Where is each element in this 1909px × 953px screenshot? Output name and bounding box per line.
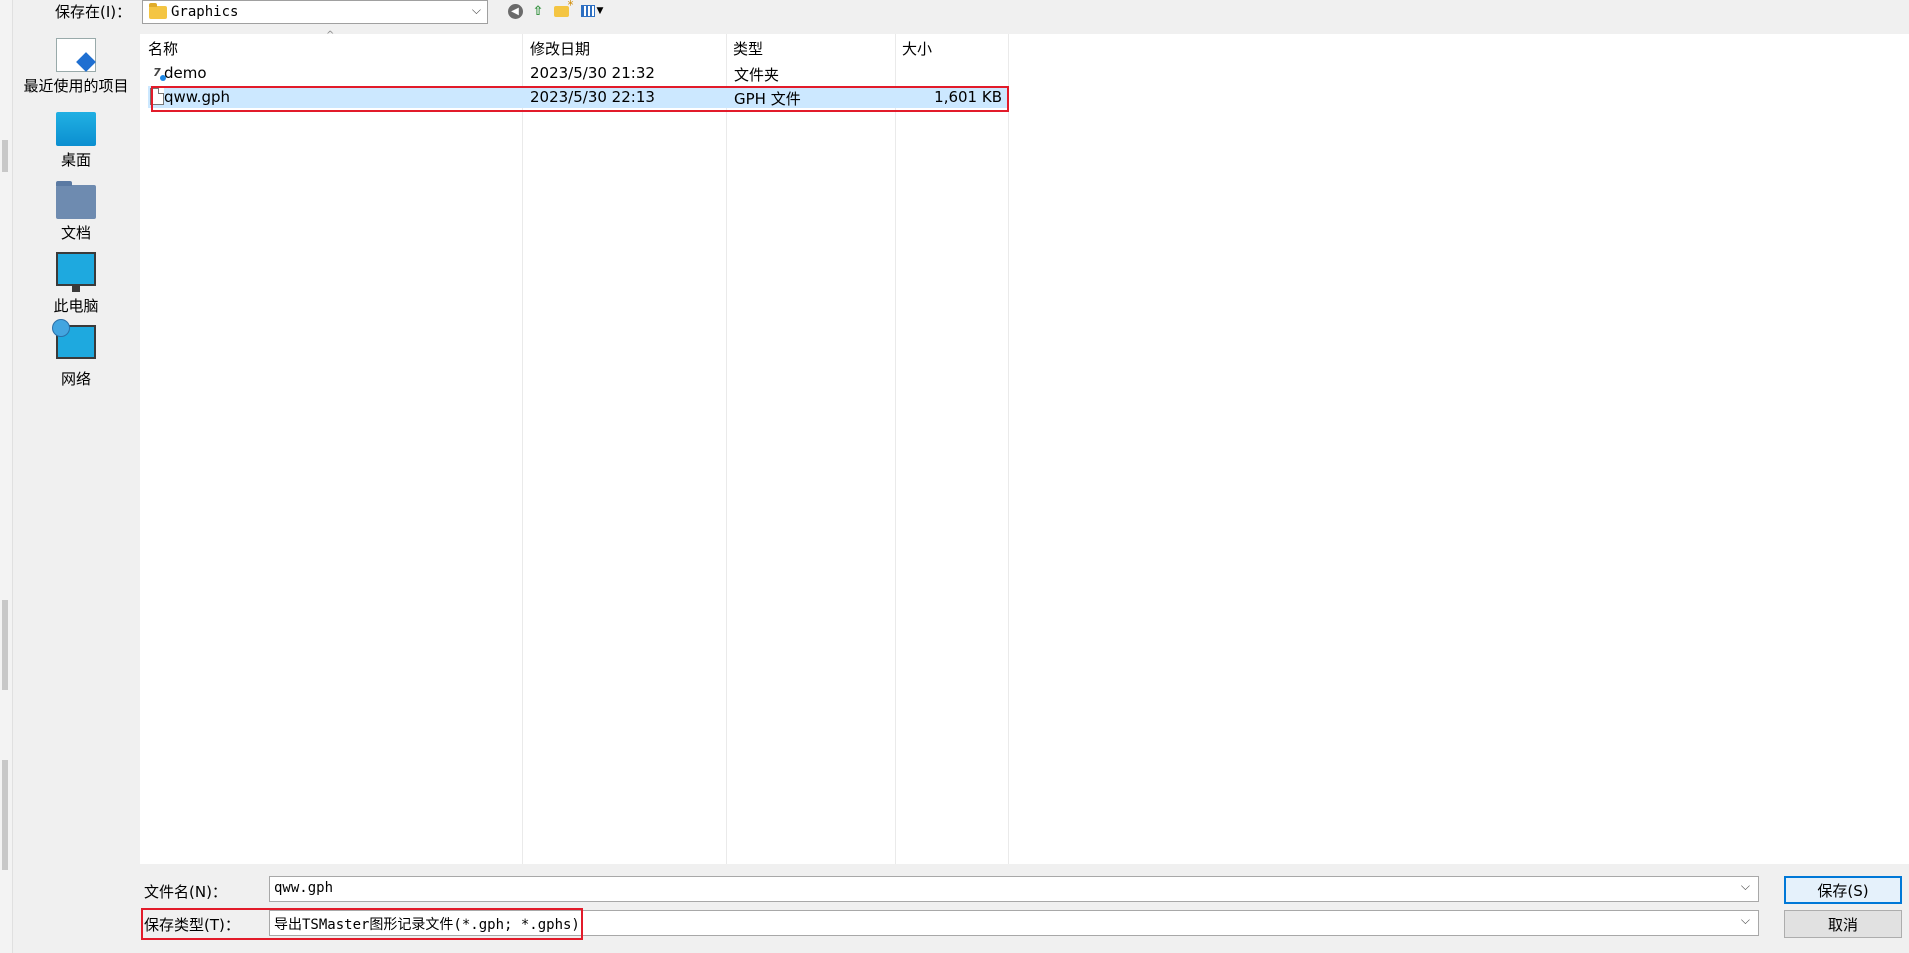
file-size: 1,601 KB [934, 88, 1002, 106]
file-row-qww-gph[interactable]: qww.gph 2023/5/30 22:13 GPH 文件 1,601 KB [148, 86, 1008, 108]
network-icon [52, 319, 96, 359]
new-folder-button[interactable] [552, 0, 574, 20]
column-divider[interactable] [895, 34, 896, 864]
place-label: 此电脑 [53, 297, 99, 315]
filename-label: 文件名(N)： [144, 883, 227, 901]
recent-items-icon [56, 38, 96, 72]
sort-ascending-icon: ^ [326, 30, 335, 41]
chevron-down-icon[interactable]: ⌵ [1741, 879, 1750, 894]
file-type: 文件夹 [734, 66, 780, 84]
column-divider[interactable] [522, 34, 523, 864]
file-name: demo [164, 64, 207, 82]
tsmaster-folder-icon: 7 [150, 64, 166, 81]
place-recent[interactable]: 最近使用的项目 [12, 32, 140, 96]
save-file-dialog: 保存在(I)： Graphics ⌵ ◀ ⇧ ▼ 最近使用的项目 桌面 [0, 0, 1909, 953]
place-this-pc[interactable]: 此电脑 [12, 252, 140, 316]
file-date: 2023/5/30 21:32 [530, 64, 655, 82]
column-divider[interactable] [1008, 34, 1009, 864]
column-header-name[interactable]: 名称 [148, 38, 178, 59]
folder-icon [149, 3, 167, 19]
place-network[interactable]: 网络 [12, 319, 140, 389]
save-button[interactable]: 保存(S) [1784, 876, 1902, 904]
toolbar: 保存在(I)： Graphics ⌵ ◀ ⇧ ▼ [0, 0, 1909, 24]
cancel-button[interactable]: 取消 [1784, 910, 1902, 938]
save-in-label: 保存在(I)： [55, 3, 132, 21]
background-mark [2, 760, 8, 870]
place-desktop[interactable]: 桌面 [12, 106, 140, 170]
location-dropdown[interactable]: Graphics ⌵ [142, 0, 488, 24]
background-mark [2, 600, 8, 690]
column-header-date[interactable]: 修改日期 [530, 38, 590, 59]
place-label: 最近使用的项目 [23, 77, 129, 95]
place-label: 桌面 [60, 151, 91, 169]
column-header-type[interactable]: 类型 [733, 38, 763, 59]
documents-icon [56, 181, 96, 219]
location-value: Graphics [171, 4, 239, 20]
file-icon [150, 88, 164, 105]
place-label: 网络 [60, 370, 91, 388]
file-date: 2023/5/30 22:13 [530, 88, 655, 106]
up-folder-button[interactable]: ⇧ [529, 2, 547, 20]
chevron-down-icon[interactable]: ⌵ [1741, 913, 1750, 928]
column-divider[interactable] [726, 34, 727, 864]
filename-value: qww.gph [274, 880, 334, 896]
filename-input[interactable]: qww.gph ⌵ [269, 876, 1759, 902]
chevron-down-icon: ⌵ [471, 3, 481, 17]
filetype-value: 导出TSMaster图形记录文件(*.gph; *.gphs) [274, 917, 580, 933]
file-type: GPH 文件 [734, 90, 801, 108]
file-name: qww.gph [164, 88, 230, 106]
back-button[interactable]: ◀ [506, 2, 524, 20]
this-pc-icon [56, 252, 96, 292]
column-header-size[interactable]: 大小 [902, 38, 932, 59]
view-grid-icon [580, 5, 595, 17]
place-documents[interactable]: 文档 [12, 179, 140, 243]
back-arrow-icon: ◀ [507, 3, 523, 19]
dropdown-arrow-icon: ▼ [596, 6, 604, 16]
desktop-icon [56, 112, 96, 146]
place-label: 文档 [60, 224, 91, 242]
background-mark [2, 140, 8, 172]
filetype-label: 保存类型(T)： [144, 916, 240, 934]
view-menu-button[interactable]: ▼ [577, 2, 607, 20]
file-row-demo[interactable]: 7 demo 2023/5/30 21:32 文件夹 [148, 62, 1008, 84]
places-bar: 最近使用的项目 桌面 文档 此电脑 网络 [12, 24, 140, 884]
up-folder-icon: ⇧ [532, 3, 544, 19]
file-list[interactable]: 名称 ^ 修改日期 类型 大小 7 demo 2023/5/30 21:32 文… [140, 30, 1909, 864]
filetype-dropdown[interactable]: 导出TSMaster图形记录文件(*.gph; *.gphs) ⌵ [269, 910, 1759, 936]
new-folder-icon [553, 0, 574, 17]
